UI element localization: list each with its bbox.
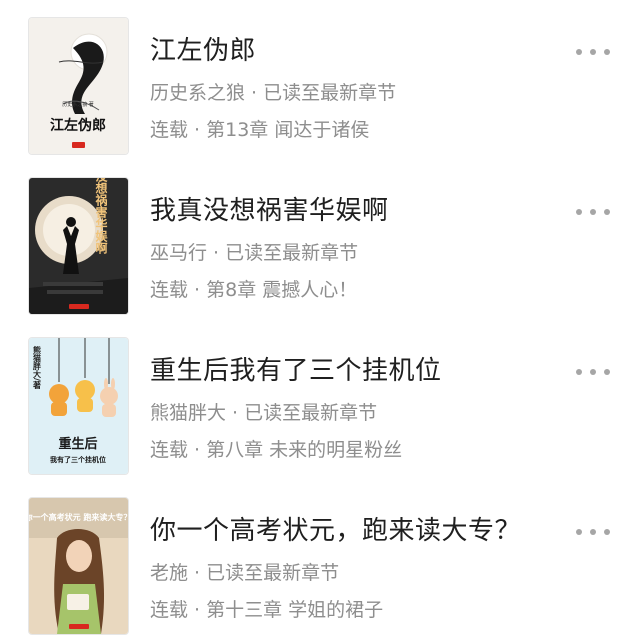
cover-illustration-cartoon-animals: 熊猫胖大/著 重生后 我有了三个挂机位 [29, 338, 128, 474]
more-options-icon[interactable] [574, 364, 612, 378]
more-options-icon[interactable] [574, 44, 612, 58]
cover-subtitle: 我有了三个挂机位 [50, 455, 106, 464]
book-latest-chapter: 连载 · 第8章 震撼人心！ [150, 279, 358, 301]
list-item[interactable]: 我真没想祸害华娱啊 我真没想祸害华娱啊 巫马行 · 已读至最新章节 连载 · 第… [0, 174, 640, 324]
book-author-status: 历史系之狼 · 已读至最新章节 [150, 82, 397, 104]
book-cover[interactable]: 我真没想祸害华娱啊 [29, 178, 128, 314]
book-title[interactable]: 江左伪郎 [150, 30, 256, 67]
more-options-icon[interactable] [574, 524, 612, 538]
cover-illustration-stage-spotlight: 我真没想祸害华娱啊 [29, 178, 128, 314]
list-item[interactable]: 熊猫胖大/著 重生后 我有了三个挂机位 重生后我有了三个挂机位 熊猫胖大 · 已… [0, 334, 640, 484]
more-options-icon[interactable] [574, 204, 612, 218]
list-item[interactable]: 历史系之狼 著 江左伪郎 江左伪郎 历史系之狼 · 已读至最新章节 连载 · 第… [0, 14, 640, 164]
book-latest-chapter: 连载 · 第十三章 学姐的裙子 [150, 599, 384, 621]
book-title[interactable]: 我真没想祸害华娱啊 [150, 190, 389, 227]
cover-author: 历史系之狼 著 [62, 101, 94, 108]
cover-title: 重生后 [58, 436, 97, 452]
list-item[interactable]: 你一个高考状元 跑来读大专？ 你一个高考状元，跑来读大专？ 老施 · 已读至最新… [0, 494, 640, 640]
cover-illustration-girl-portrait: 你一个高考状元 跑来读大专？ [29, 498, 128, 634]
book-latest-chapter: 连载 · 第13章 闻达于诸侯 [150, 119, 370, 141]
cover-title: 江左伪郎 [50, 117, 106, 134]
book-list: 历史系之狼 著 江左伪郎 江左伪郎 历史系之狼 · 已读至最新章节 连载 · 第… [0, 0, 640, 640]
book-latest-chapter: 连载 · 第八章 未来的明星粉丝 [150, 439, 403, 461]
cover-illustration-ink-figure: 历史系之狼 著 江左伪郎 [29, 18, 128, 154]
cover-title: 我真没想祸害华娱啊 [94, 178, 108, 255]
book-title[interactable]: 重生后我有了三个挂机位 [150, 350, 442, 387]
book-cover[interactable]: 熊猫胖大/著 重生后 我有了三个挂机位 [29, 338, 128, 474]
book-cover[interactable]: 历史系之狼 著 江左伪郎 [29, 18, 128, 154]
book-author-status: 熊猫胖大 · 已读至最新章节 [150, 402, 378, 424]
book-cover[interactable]: 你一个高考状元 跑来读大专？ [29, 498, 128, 634]
cover-title: 你一个高考状元 跑来读大专？ [29, 512, 128, 522]
book-title[interactable]: 你一个高考状元，跑来读大专？ [150, 510, 521, 547]
book-author-status: 巫马行 · 已读至最新章节 [150, 242, 359, 264]
book-author-status: 老施 · 已读至最新章节 [150, 562, 340, 584]
cover-author: 熊猫胖大/著 [33, 345, 42, 390]
